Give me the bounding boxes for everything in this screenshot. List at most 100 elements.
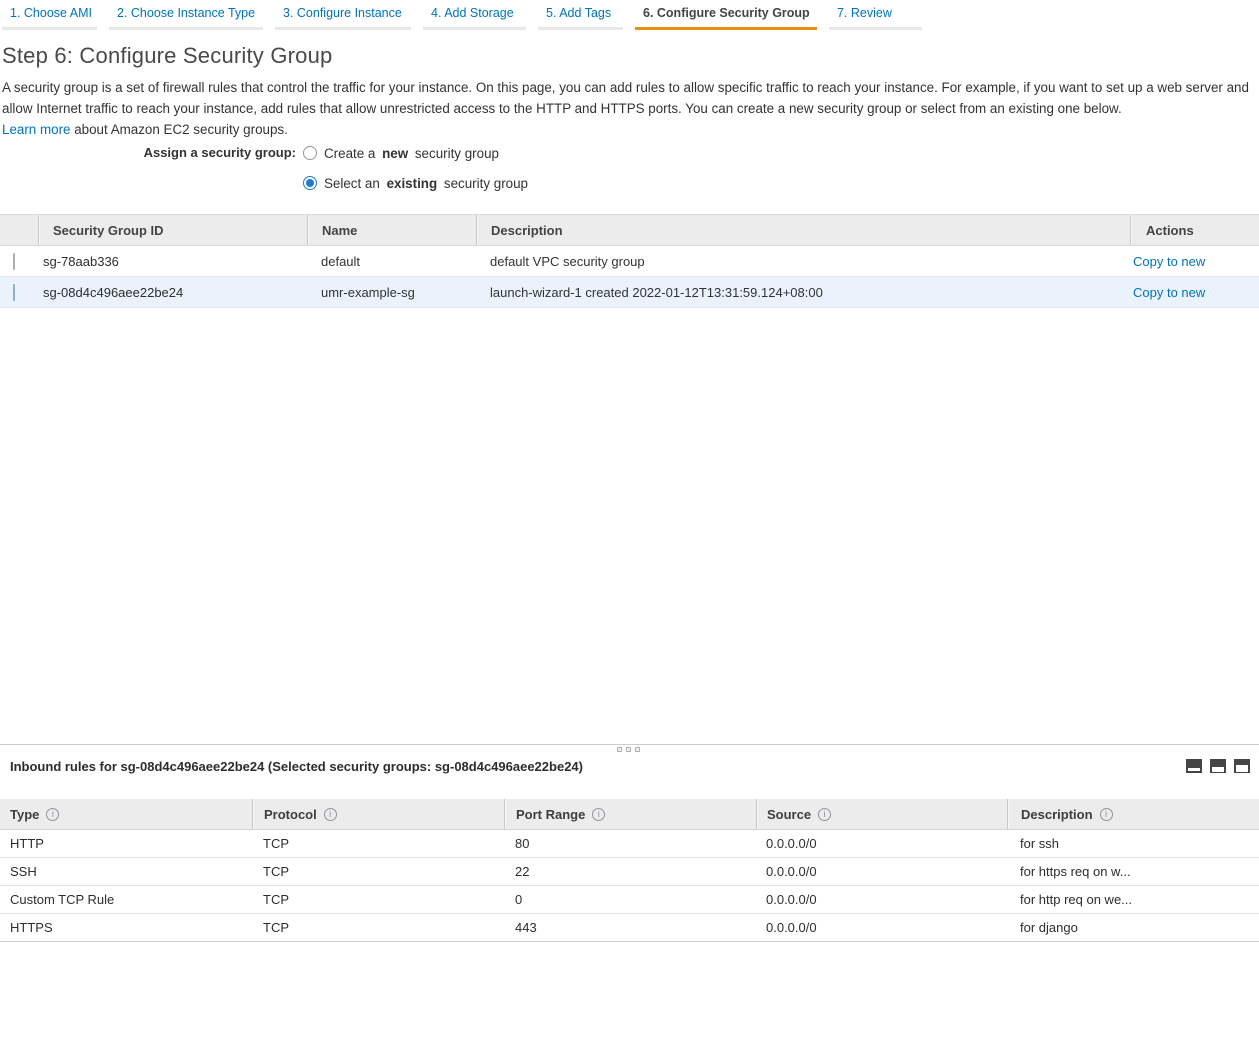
info-icon[interactable]: [323, 807, 337, 821]
cell-source: 0.0.0.0/0: [766, 836, 817, 851]
table-row-sg-selected[interactable]: sg-08d4c496aee22be24 umr-example-sg laun…: [0, 277, 1259, 308]
cell-protocol: TCP: [263, 864, 289, 879]
active-tab-underline: [635, 27, 817, 30]
tab-configure-security-group[interactable]: 6. Configure Security Group: [635, 0, 817, 30]
cell-security-group-id: sg-08d4c496aee22be24: [43, 284, 184, 300]
cell-protocol: TCP: [263, 892, 289, 907]
drag-dots-icon: [617, 747, 640, 752]
tab-review[interactable]: 7. Review: [829, 0, 922, 30]
header-name: Name: [307, 215, 476, 245]
inbound-rules-title: Inbound rules for sg-08d4c496aee22be24 (…: [10, 758, 583, 774]
learn-more-link[interactable]: Learn more: [2, 122, 70, 137]
launch-wizard-page: 1. Choose AMI 2. Choose Instance Type 3.…: [0, 0, 1259, 1039]
option-text-bold: new: [382, 145, 409, 161]
option-text: security group: [440, 175, 528, 191]
header-description: Description: [476, 215, 1130, 245]
cell-source: 0.0.0.0/0: [766, 920, 817, 935]
table-row-sg-default[interactable]: sg-78aab336 default default VPC security…: [0, 246, 1259, 277]
cell-actions: Copy to new: [1130, 254, 1259, 269]
checkbox-unchecked-icon[interactable]: [13, 252, 15, 270]
info-icon[interactable]: [46, 807, 60, 821]
security-groups-table: Security Group ID Name Description Actio…: [0, 214, 1259, 308]
checkbox-checked-icon[interactable]: [13, 283, 15, 301]
assign-security-group-label: Assign a security group:: [143, 145, 296, 160]
info-icon[interactable]: [818, 807, 832, 821]
tab-underline: [275, 27, 411, 30]
tab-label: 7. Review: [837, 6, 892, 20]
option-text-bold: existing: [386, 175, 438, 191]
cell-type: Custom TCP Rule: [10, 892, 115, 907]
copy-to-new-link[interactable]: Copy to new: [1133, 254, 1205, 269]
inbound-rules-table: Type Protocol Port Range Source Descript…: [0, 799, 1259, 942]
tab-underline: [423, 27, 526, 30]
intro-paragraph: A security group is a set of firewall ru…: [2, 80, 1249, 116]
info-icon[interactable]: [1099, 807, 1113, 821]
security-groups-table-header: Security Group ID Name Description Actio…: [0, 214, 1259, 246]
cell-port-range: 443: [515, 920, 537, 935]
security-group-options: Create a new security group Select an ex…: [303, 143, 528, 193]
header-type: Type: [0, 799, 252, 829]
split-pane-small-icon[interactable]: [1186, 759, 1202, 773]
checkbox-cell: [0, 252, 38, 270]
radio-button-icon[interactable]: [303, 146, 317, 160]
learn-more-line: Learn more about Amazon EC2 security gro…: [2, 119, 1254, 140]
split-pane-medium-icon[interactable]: [1210, 759, 1226, 773]
cell-protocol: TCP: [263, 920, 289, 935]
inbound-rule-row: HTTP TCP 80 0.0.0.0/0 for ssh: [0, 830, 1259, 858]
cell-port-range: 22: [515, 864, 530, 879]
option-text: Select an: [324, 175, 384, 191]
cell-type: HTTP: [10, 836, 44, 851]
tab-underline: [2, 27, 97, 30]
tab-label: 5. Add Tags: [546, 6, 612, 20]
inbound-rules-header: Inbound rules for sg-08d4c496aee22be24 (…: [10, 755, 1250, 777]
cell-description: for ssh: [1020, 836, 1060, 851]
header-source: Source: [756, 799, 1007, 829]
copy-to-new-link[interactable]: Copy to new: [1133, 285, 1205, 300]
tab-label: 4. Add Storage: [431, 6, 514, 20]
inbound-rule-row: HTTPS TCP 443 0.0.0.0/0 for django: [0, 914, 1259, 942]
tab-label: 2. Choose Instance Type: [117, 6, 256, 20]
header-protocol: Protocol: [252, 799, 504, 829]
info-icon[interactable]: [592, 807, 606, 821]
inbound-rules-table-header: Type Protocol Port Range Source Descript…: [0, 799, 1259, 830]
radio-button-selected-icon[interactable]: [303, 176, 317, 190]
option-text: Create a: [324, 145, 380, 161]
page-title: Step 6: Configure Security Group: [2, 43, 333, 68]
cell-description: default VPC security group: [490, 253, 645, 269]
tab-choose-instance-type[interactable]: 2. Choose Instance Type: [109, 0, 263, 30]
tab-add-storage[interactable]: 4. Add Storage: [423, 0, 526, 30]
tab-add-tags[interactable]: 5. Add Tags: [538, 0, 623, 30]
cell-source: 0.0.0.0/0: [766, 864, 817, 879]
tab-configure-instance[interactable]: 3. Configure Instance: [275, 0, 411, 30]
step-intro: Step 6: Configure Security Group A secur…: [2, 42, 1254, 140]
tab-choose-ami[interactable]: 1. Choose AMI: [2, 0, 97, 30]
header-checkbox-column: [0, 215, 38, 245]
assign-security-group-section: Assign a security group: Create a new se…: [0, 143, 528, 193]
option-text: security group: [411, 145, 499, 161]
cell-source: 0.0.0.0/0: [766, 892, 817, 907]
tab-underline: [538, 27, 623, 30]
cell-name: umr-example-sg: [321, 284, 415, 300]
split-pane-large-icon[interactable]: [1234, 759, 1250, 773]
cell-name: default: [321, 253, 361, 269]
wizard-step-tabs: 1. Choose AMI 2. Choose Instance Type 3.…: [2, 0, 922, 30]
tab-label: 1. Choose AMI: [10, 6, 92, 20]
radio-option-create-new[interactable]: Create a new security group: [303, 143, 528, 163]
cell-type: HTTPS: [10, 920, 53, 935]
inbound-rule-row: Custom TCP Rule TCP 0 0.0.0.0/0 for http…: [0, 886, 1259, 914]
cell-security-group-id: sg-78aab336: [43, 253, 119, 269]
tab-label: 3. Configure Instance: [283, 6, 402, 20]
cell-actions: Copy to new: [1130, 285, 1259, 300]
header-description: Description: [1007, 799, 1259, 829]
tab-label: 6. Configure Security Group: [643, 6, 810, 20]
tab-underline: [109, 27, 263, 30]
cell-description: for django: [1020, 920, 1078, 935]
cell-port-range: 80: [515, 836, 530, 851]
tab-underline: [829, 27, 922, 30]
inbound-rule-row: SSH TCP 22 0.0.0.0/0 for https req on w.…: [0, 858, 1259, 886]
learn-more-suffix: about Amazon EC2 security groups.: [70, 122, 288, 137]
pane-size-controls: [1186, 759, 1250, 773]
cell-type: SSH: [10, 864, 37, 879]
cell-description: for http req on we...: [1020, 892, 1133, 907]
radio-option-select-existing[interactable]: Select an existing security group: [303, 173, 528, 193]
